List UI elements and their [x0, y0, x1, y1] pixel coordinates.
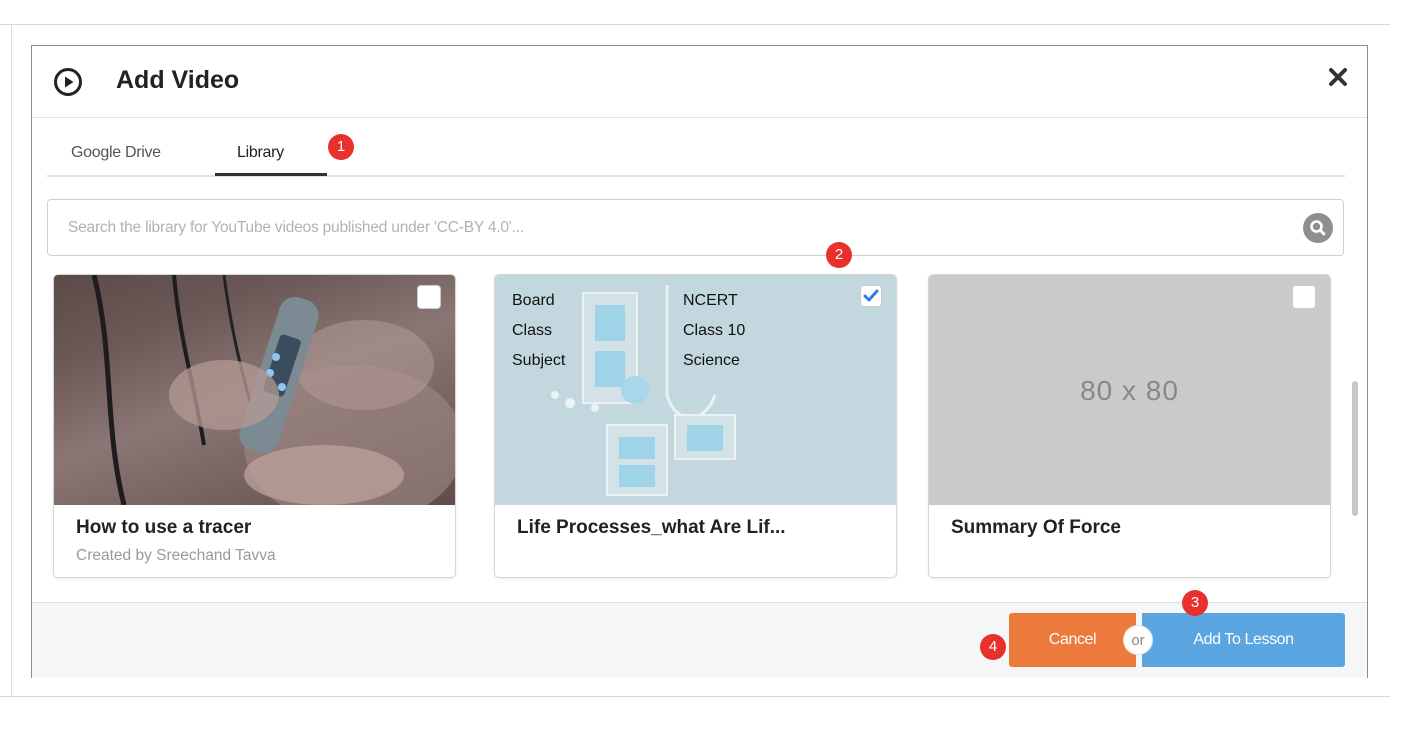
video-card[interactable]: How to use a tracer Created by Sreechand…: [53, 274, 456, 578]
video-card[interactable]: 80 x 80 Summary Of Force: [928, 274, 1331, 578]
select-checkbox[interactable]: [1292, 285, 1316, 309]
meta-value-board: NCERT: [683, 292, 738, 309]
scrollbar-thumb[interactable]: [1352, 381, 1358, 516]
tab-library[interactable]: Library: [237, 144, 284, 162]
step-badge-3: 3: [1182, 590, 1208, 616]
page-divider-top: [0, 24, 1390, 25]
meta-value-class: Class 10: [683, 322, 746, 339]
video-thumbnail-placeholder: 80 x 80: [929, 275, 1330, 505]
modal-header: Add Video: [32, 46, 1367, 118]
step-badge-2: 2: [826, 242, 852, 268]
step-badge-1: 1: [328, 134, 354, 160]
checkmark-icon: [863, 289, 879, 302]
tab-google-drive[interactable]: Google Drive: [71, 144, 161, 162]
video-title: Summary Of Force: [951, 517, 1121, 538]
video-thumbnail: [54, 275, 455, 525]
video-title: Life Processes_what Are Lif...: [517, 517, 786, 538]
active-tab-indicator: [215, 173, 327, 176]
video-thumbnail: Board Class Subject NCERT Class 10 Scien…: [495, 275, 896, 505]
source-tabs: Google Drive Library 1: [47, 118, 1345, 177]
select-checkbox[interactable]: [417, 285, 441, 309]
video-creator: Created by Sreechand Tavva: [76, 547, 276, 564]
meta-value-subject: Science: [683, 352, 740, 369]
modal-footer: 4 Cancel Add To Lesson or 3: [32, 590, 1367, 678]
step-badge-4: 4: [980, 634, 1006, 660]
or-divider: or: [1123, 625, 1153, 655]
close-icon[interactable]: [1327, 66, 1349, 88]
placeholder-text: 80 x 80: [1080, 375, 1179, 406]
cancel-button[interactable]: Cancel: [1009, 613, 1136, 667]
meta-label-subject: Subject: [512, 352, 566, 369]
add-to-lesson-button[interactable]: Add To Lesson: [1142, 613, 1345, 667]
library-search: [47, 199, 1344, 256]
page-divider-bottom: [0, 696, 1390, 697]
video-title: How to use a tracer: [76, 517, 252, 538]
meta-label-board: Board: [512, 292, 555, 309]
add-video-modal: Add Video Google Drive Library 1 2: [31, 45, 1368, 678]
modal-title: Add Video: [116, 66, 240, 94]
video-card-selected[interactable]: Board Class Subject NCERT Class 10 Scien…: [494, 274, 897, 578]
search-input[interactable]: [68, 214, 1268, 242]
select-checkbox-checked[interactable]: [860, 285, 882, 307]
tracer-photo-image: [91, 275, 455, 525]
page-divider-left: [11, 24, 12, 696]
search-icon[interactable]: [1303, 213, 1333, 243]
meta-label-class: Class: [512, 322, 553, 339]
play-circle-icon: [54, 68, 82, 96]
